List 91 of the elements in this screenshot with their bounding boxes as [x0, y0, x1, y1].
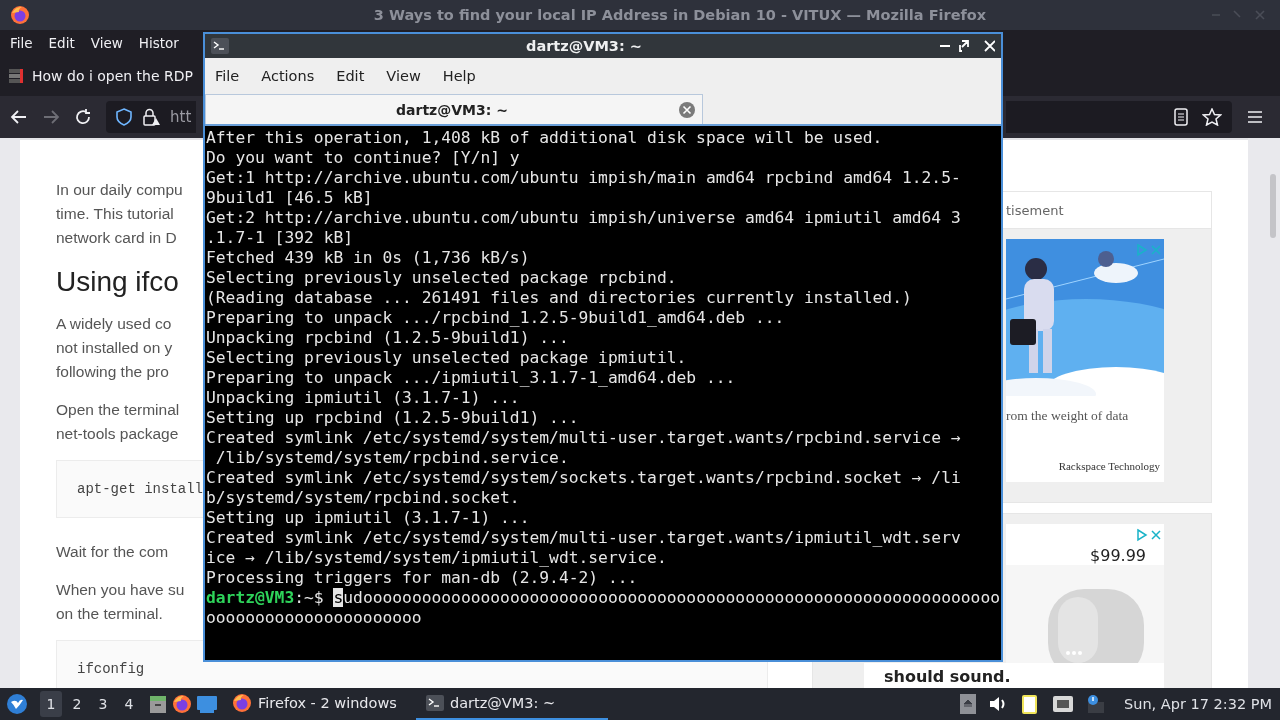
terminal-line: Unpacking rpcbind (1.2.5-9build1) ... [206, 328, 570, 348]
article-heading: Using ifco [56, 265, 179, 299]
terminal-line: b/systemd/system/rpcbind.socket. [206, 488, 521, 508]
article-text: A widely used co [56, 314, 172, 334]
code-text: ifconfig [77, 661, 145, 677]
menu-icon[interactable] [1246, 109, 1264, 125]
close-icon[interactable] [678, 100, 696, 119]
file-cabinet-icon[interactable] [148, 694, 168, 714]
terminal-line: Created symlink /etc/systemd/system/multi-user.target.wants/rpcbind.service → [206, 428, 962, 448]
terminal-line: Get:2 http://archive.ubuntu.com/ubuntu impish/universe amd64 ipmiutil amd64 3 [206, 208, 962, 228]
clipboard-icon[interactable] [1020, 693, 1040, 715]
notification-icon[interactable] [1086, 694, 1106, 714]
menu-item[interactable]: File [207, 68, 248, 84]
terminal-line: Do you want to continue? [Y/n] y [206, 148, 521, 168]
server-icon [8, 68, 24, 84]
article-text: Wait for the com [56, 542, 169, 562]
terminal-line: Processing triggers for man-db (2.9.4-2) ... [206, 568, 639, 588]
terminal-line: 9build1 [46.5 kB] [206, 188, 374, 208]
terminal-line: Selecting previously unselected package ipmiutil. [206, 348, 688, 368]
terminal-line: Setting up ipmiutil (3.1.7-1) ... [206, 508, 531, 528]
url-text: htt [170, 108, 192, 126]
terminal-line: Unpacking ipmiutil (3.1.7-1) ... [206, 388, 521, 408]
terminal-line: Fetched 439 kB in 0s (1,736 kB/s) [206, 248, 531, 268]
article-text: When you have su [56, 580, 185, 600]
clock: Sun, Apr 17 2:32 PM [1124, 696, 1272, 712]
terminal-line: ice → /lib/systemd/system/ipmiutil_wdt.service. [206, 548, 668, 568]
lock-icon [142, 108, 160, 126]
terminal-icon [426, 695, 444, 711]
menu-item[interactable]: Edit [48, 35, 75, 51]
taskbar-task[interactable]: Firefox - 2 windows [222, 688, 412, 720]
back-icon[interactable] [10, 108, 28, 126]
reader-view-icon[interactable] [1174, 108, 1188, 126]
taskbar-task[interactable]: dartz@VM3: ~ [416, 688, 608, 720]
forward-icon[interactable] [42, 108, 60, 126]
menu-item[interactable]: Edit [328, 68, 373, 84]
article-text: not installed on y [56, 338, 173, 358]
workspace-button[interactable]: 3 [92, 691, 114, 717]
firefox-icon [10, 5, 30, 25]
terminal-line: oooooooooooooooooooooo [206, 608, 423, 628]
eject-icon[interactable] [960, 694, 976, 714]
article-text: on the terminal. [56, 604, 163, 624]
shield-icon [116, 108, 132, 126]
workspace-button[interactable]: 1 [40, 691, 62, 717]
article-text: time. This tutorial [56, 204, 174, 224]
terminal-line: After this operation, 1,408 kB of additional disk space will be used. [206, 128, 884, 148]
terminal-line: Selecting previously unselected package rpcbind. [206, 268, 678, 288]
firefox-icon[interactable] [172, 694, 192, 714]
window-title: dartz@VM3: ~ [525, 38, 643, 54]
article-text: In our daily compu [56, 180, 183, 200]
window-title: 3 Ways to find your local IP Address in Debian 10 - VITUX — Mozilla Firefox [372, 7, 988, 23]
article-text: network card in D [56, 228, 177, 248]
network-icon[interactable] [1052, 695, 1074, 713]
workspace-button[interactable]: 4 [118, 691, 140, 717]
ad-headline: rom the weight of data [1006, 407, 1129, 424]
menu-item[interactable]: File [10, 35, 33, 51]
menu-item[interactable]: Help [434, 68, 484, 84]
desktop-icon[interactable] [196, 694, 218, 714]
menu-item[interactable]: View [378, 68, 429, 84]
ad-card[interactable]: should sound. [864, 663, 1164, 688]
ad-label: tisement [1006, 202, 1064, 218]
article-text: following the pro [56, 362, 169, 382]
terminal-line: Setting up rpcbind (1.2.5-9build1) ... [206, 408, 580, 428]
terminal-line: Preparing to unpack .../ipmiutil_3.1.7-1_amd64.deb ... [206, 368, 737, 388]
article-text: Open the terminal [56, 400, 180, 420]
menu-item[interactable]: View [90, 35, 123, 51]
terminal-line: Created symlink /etc/systemd/system/sockets.target.wants/rpcbind.socket → /li [206, 468, 962, 488]
ad-tagline: should sound. [884, 666, 1011, 686]
terminal-prompt-line[interactable]: dartz@VM3:~$ sudooooooooooooooooooooooooooooooooooooooooooooooooooooooooooooooooo [206, 588, 1001, 608]
url-field[interactable]: htt [106, 101, 196, 133]
window-controls-icon[interactable] [939, 40, 995, 52]
reload-icon[interactable] [74, 108, 92, 126]
terminal-line: /lib/systemd/system/rpcbind.service. [214, 448, 570, 468]
terminal-line: (Reading database ... 261491 files and directories currently installed.) [206, 288, 913, 308]
bookmark-star-icon[interactable] [1202, 108, 1222, 126]
terminal-line: .1.7-1 [392 kB] [206, 228, 355, 248]
start-menu-icon[interactable] [6, 693, 28, 715]
article-text: net-tools package [56, 424, 179, 444]
firefox-icon [232, 693, 252, 713]
terminal-line: Created symlink /etc/systemd/system/multi-user.target.wants/ipmiutil_wdt.serv [206, 528, 962, 548]
code-text: apt-get install [77, 481, 204, 497]
workspace-button[interactable]: 2 [66, 691, 88, 717]
terminal-line: Preparing to unpack .../rpcbind_1.2.5-9build1_amd64.deb ... [206, 308, 786, 328]
menu-item[interactable]: Actions [253, 68, 323, 84]
browser-tab[interactable]: How do i open the RDP [8, 60, 193, 92]
terminal-icon [211, 38, 229, 54]
menu-item[interactable]: Histor [138, 35, 179, 51]
terminal-line: Get:1 http://archive.ubuntu.com/ubuntu impish/main amd64 rpcbind amd64 1.2.5- [206, 168, 962, 188]
ad-sponsor: Rackspace Technology [1057, 459, 1161, 474]
terminal-tab[interactable]: dartz@VM3: ~ [205, 94, 703, 124]
scrollbar-thumb[interactable] [1270, 174, 1276, 238]
ad-price: $99.99 [1090, 546, 1146, 565]
